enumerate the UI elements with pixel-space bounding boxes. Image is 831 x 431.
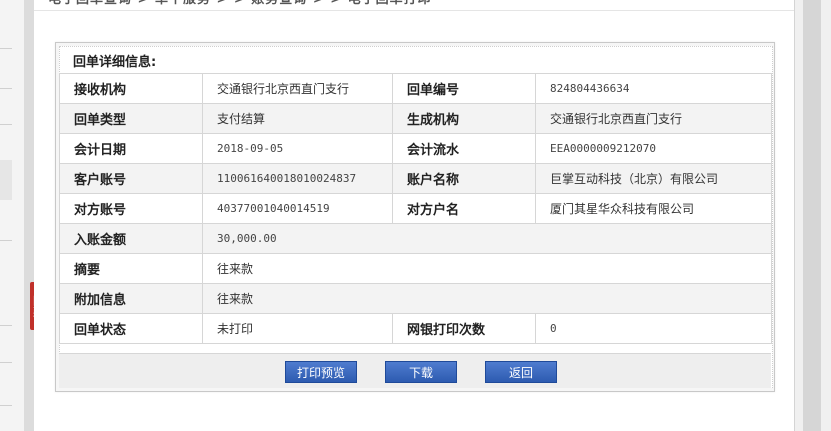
field-label: 接收机构 <box>59 73 203 104</box>
field-label: 网银打印次数 <box>392 313 536 344</box>
field-value: 2018-09-05 <box>202 133 393 164</box>
field-value: 厦门其星华众科技有限公司 <box>535 193 772 224</box>
table-row: 回单类型 支付结算 生成机构 交通银行北京西直门支行 <box>59 103 772 134</box>
field-value: 110061640018010024837 <box>202 163 393 194</box>
main-content: 电子回单查询 > 单个服务 > > 账务查询 > > 电子回单打印 回单详细信息… <box>34 0 794 431</box>
field-value: 支付结算 <box>202 103 393 134</box>
field-label: 对方账号 <box>59 193 203 224</box>
field-label: 客户账号 <box>59 163 203 194</box>
nav-item-active[interactable] <box>0 160 12 200</box>
field-value: 824804436634 <box>535 73 772 104</box>
field-label: 账户名称 <box>392 163 536 194</box>
table-row: 对方账号 40377001040014519 对方户名 厦门其星华众科技有限公司 <box>59 193 772 224</box>
header-divider <box>34 10 794 11</box>
nav-divider <box>0 240 12 241</box>
field-value: 40377001040014519 <box>202 193 393 224</box>
print-preview-button[interactable]: 打印预览 <box>285 361 357 383</box>
download-button[interactable]: 下载 <box>385 361 457 383</box>
field-label: 会计日期 <box>59 133 203 164</box>
right-scroll-area <box>794 0 831 431</box>
field-label: 对方户名 <box>392 193 536 224</box>
nav-divider <box>0 124 12 125</box>
table-row: 回单状态 未打印 网银打印次数 0 <box>59 313 772 344</box>
table-row: 接收机构 交通银行北京西直门支行 回单编号 824804436634 <box>59 73 772 104</box>
nav-divider <box>0 325 12 326</box>
field-label: 回单类型 <box>59 103 203 134</box>
field-label: 附加信息 <box>59 283 203 314</box>
field-label: 回单状态 <box>59 313 203 344</box>
field-value: 交通银行北京西直门支行 <box>535 103 772 134</box>
breadcrumb: 电子回单查询 > 单个服务 > > 账务查询 > > 电子回单打印 <box>48 0 432 8</box>
field-label: 入账金额 <box>59 223 203 254</box>
field-value: 交通银行北京西直门支行 <box>202 73 393 104</box>
field-label: 回单编号 <box>392 73 536 104</box>
field-value: 30,000.00 <box>202 223 772 254</box>
sidebar-gutter <box>24 0 34 431</box>
table-row: 客户账号 110061640018010024837 账户名称 巨掌互动科技（北京）有… <box>59 163 772 194</box>
field-label: 会计流水 <box>392 133 536 164</box>
field-value: 巨掌互动科技（北京）有限公司 <box>535 163 772 194</box>
button-bar: 打印预览 下载 返回 <box>59 353 771 388</box>
field-value: 0 <box>535 313 772 344</box>
table-row: 摘要 往来款 <box>59 253 772 284</box>
scrollbar[interactable] <box>803 0 821 431</box>
panel-title: 回单详细信息: <box>73 55 157 70</box>
field-value: 未打印 <box>202 313 393 344</box>
nav-divider <box>0 405 12 406</box>
back-button[interactable]: 返回 <box>485 361 557 383</box>
field-value: 往来款 <box>202 283 772 314</box>
receipt-detail-panel: 回单详细信息: 接收机构 交通银行北京西直门支行 回单编号 824804436634 回… <box>55 42 775 392</box>
field-label: 生成机构 <box>392 103 536 134</box>
table-row: 附加信息 往来款 <box>59 283 772 314</box>
field-value: EEA0000009212070 <box>535 133 772 164</box>
nav-divider <box>0 362 12 363</box>
left-nav-strip <box>0 0 25 431</box>
table-row: 入账金额 30,000.00 <box>59 223 772 254</box>
nav-divider <box>0 88 12 89</box>
field-value: 往来款 <box>202 253 772 284</box>
field-label: 摘要 <box>59 253 203 284</box>
receipt-detail-table: 接收机构 交通银行北京西直门支行 回单编号 824804436634 回单类型 支付结算生… <box>59 73 772 344</box>
nav-divider <box>0 48 12 49</box>
table-row: 会计日期 2018-09-05 会计流水 EEA0000009212070 <box>59 133 772 164</box>
